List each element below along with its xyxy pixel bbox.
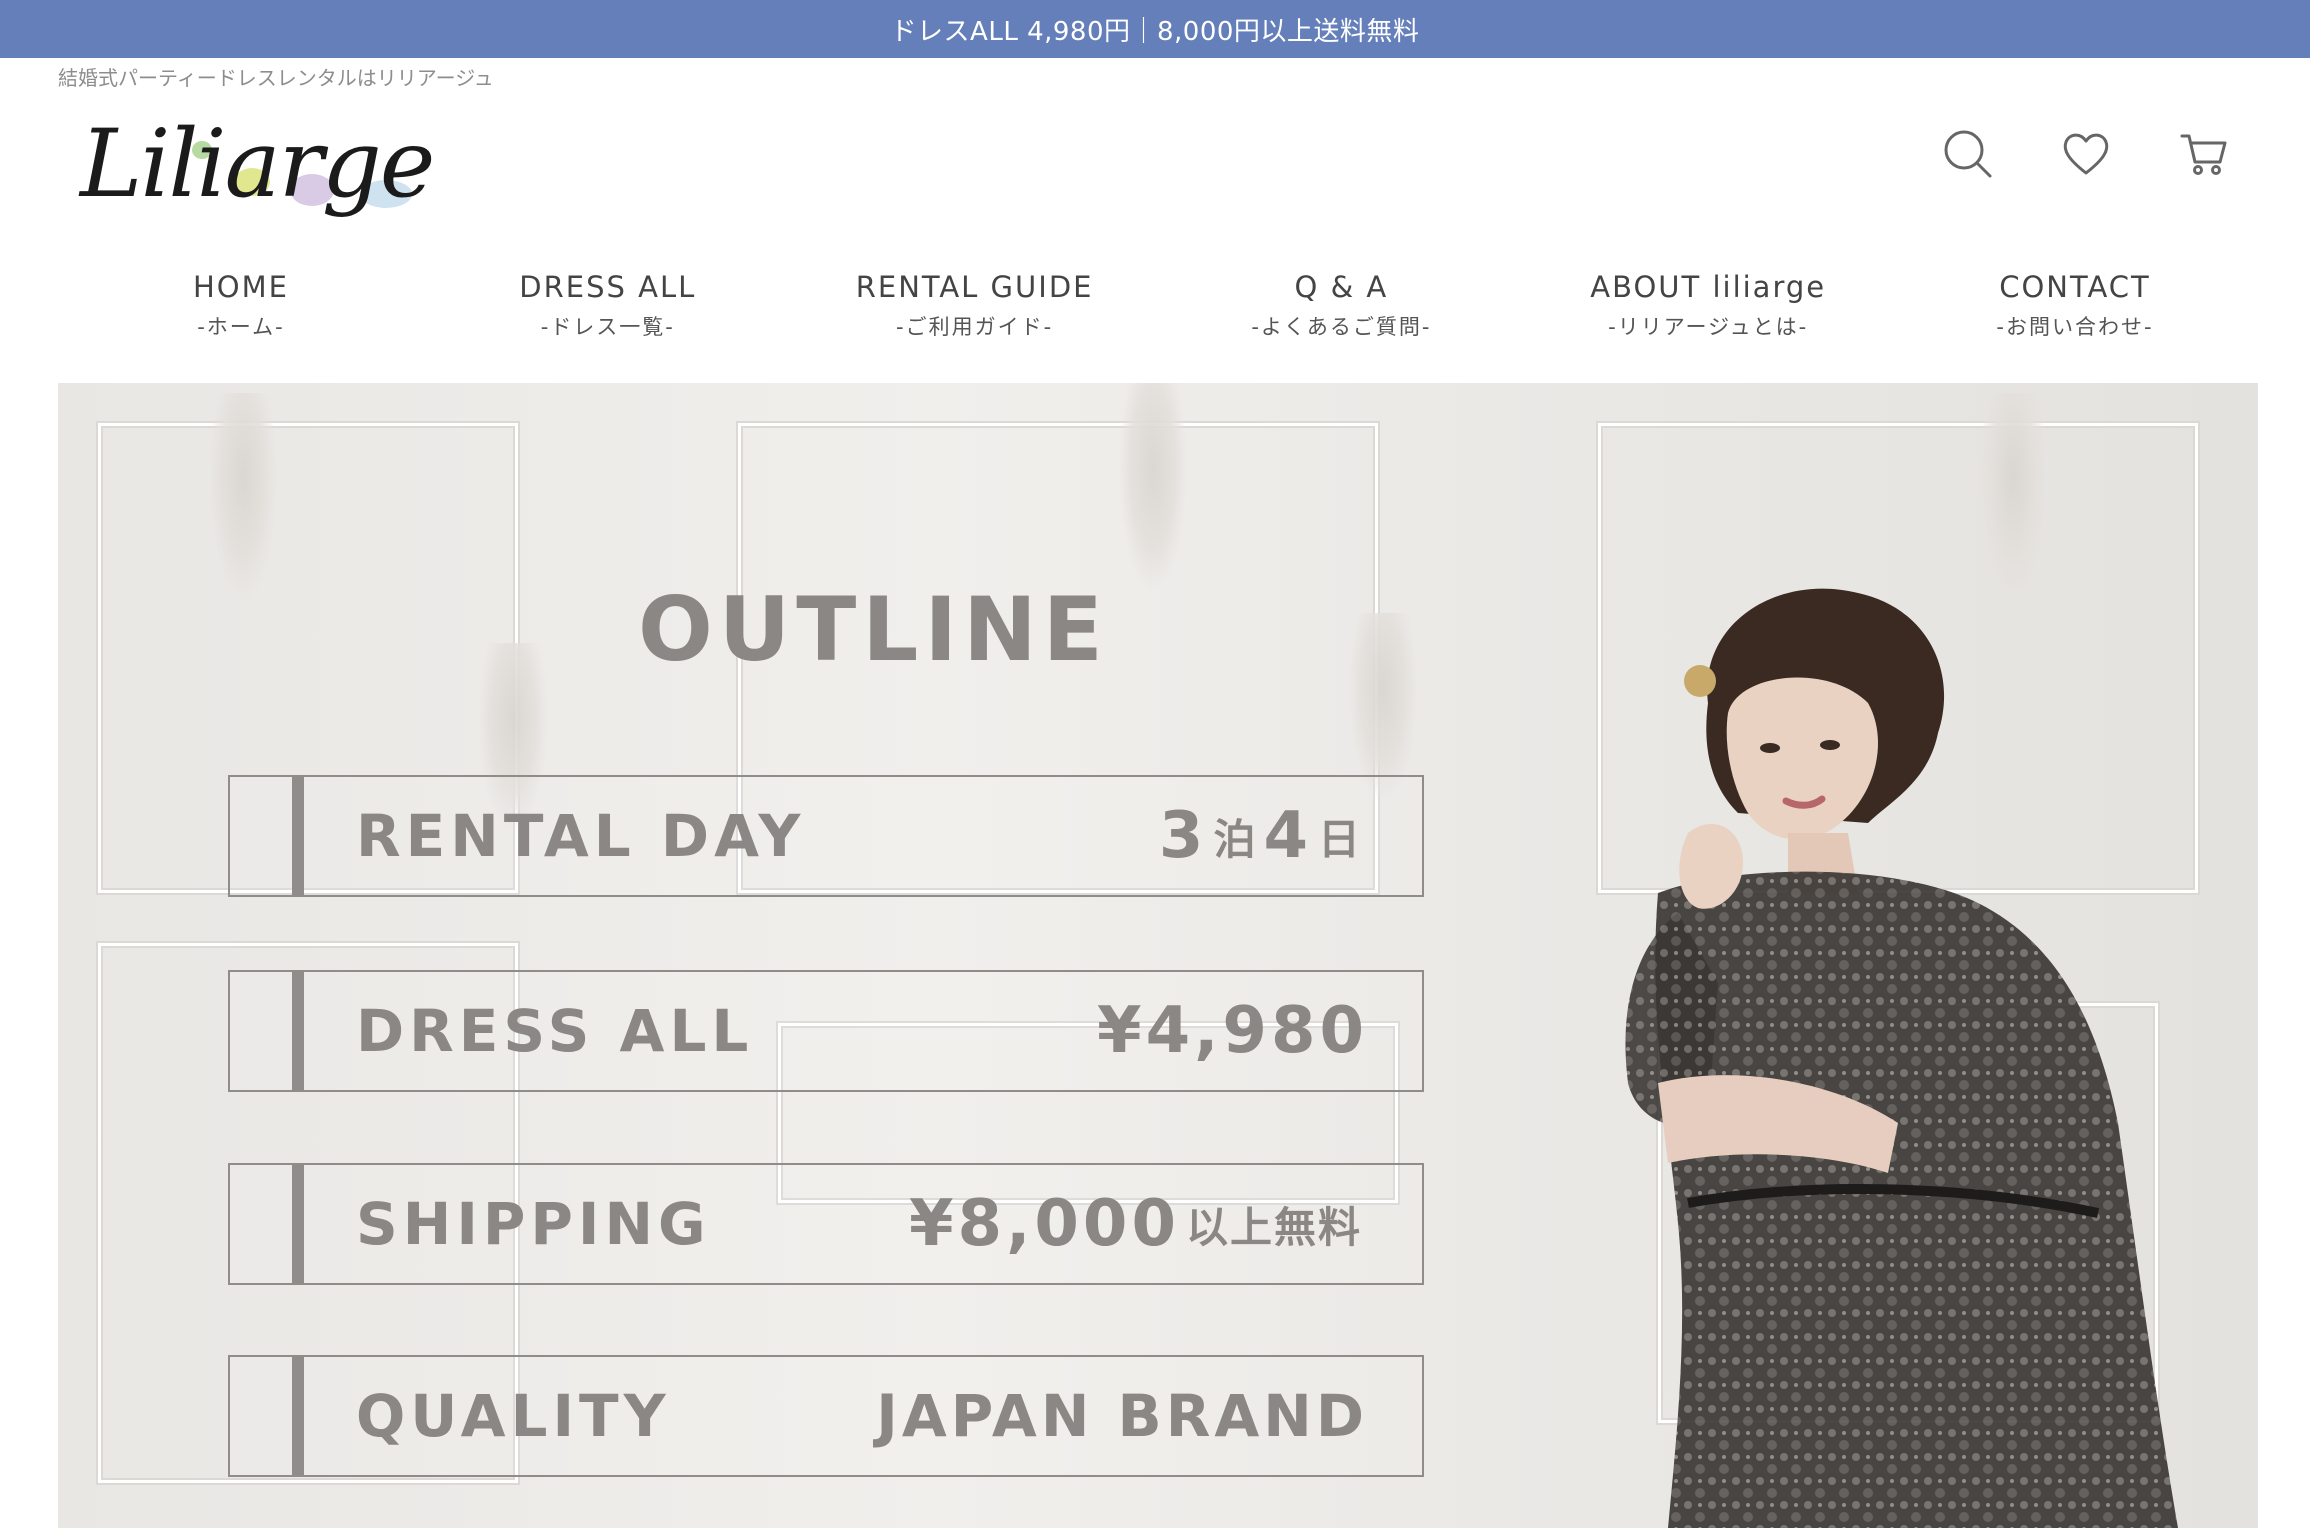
row-label: RENTAL DAY — [356, 802, 806, 870]
hero-title: OUTLINE — [638, 578, 1109, 681]
row-label: SHIPPING — [356, 1190, 711, 1258]
value-note: 以上無料 — [1185, 1202, 1362, 1252]
value-number: 3 — [1158, 799, 1208, 873]
header-actions — [1942, 128, 2230, 180]
outline-row-shipping: SHIPPING ¥8,000 以上無料 — [228, 1163, 1424, 1285]
nav-sublabel: -ご利用ガイド- — [896, 314, 1054, 339]
heart-icon[interactable] — [2060, 128, 2112, 180]
nav-label: HOME — [193, 270, 289, 304]
row-value: ¥8,000 以上無料 — [909, 1165, 1368, 1283]
nav-sublabel: -ドレス一覧- — [540, 314, 675, 339]
nav-label: Q & A — [1294, 270, 1389, 304]
outline-row-rental-day: RENTAL DAY 3 泊 4 日 — [228, 775, 1424, 897]
nav-sublabel: -リリアージュとは- — [1608, 314, 1809, 339]
value-unit: 日 — [1317, 814, 1362, 864]
row-value: 3 泊 4 日 — [1159, 777, 1368, 895]
value-price: ¥8,000 — [909, 1187, 1180, 1261]
row-accent-bar — [292, 1165, 304, 1283]
value-number: 4 — [1263, 799, 1312, 873]
row-value: JAPAN BRAND — [876, 1357, 1368, 1475]
cart-icon[interactable] — [2178, 128, 2230, 180]
value-text: JAPAN BRAND — [876, 1382, 1368, 1450]
search-icon[interactable] — [1942, 128, 1994, 180]
logo-wordmark: Liliarge — [80, 110, 435, 219]
site-tagline: 結婚式パーティードレスレンタルはリリアージュ — [58, 66, 494, 90]
nav-item-contact[interactable]: CONTACT -お問い合わせ- — [1892, 270, 2258, 341]
nav-label: CONTACT — [1999, 270, 2151, 304]
nav-item-home[interactable]: HOME -ホーム- — [58, 270, 424, 341]
wall-ornament — [208, 393, 278, 603]
value-unit: 泊 — [1213, 814, 1258, 864]
nav-label: RENTAL GUIDE — [855, 270, 1094, 304]
hero-banner[interactable]: OUTLINE RENTAL DAY 3 泊 4 日 DRESS ALL ¥4,… — [58, 383, 2258, 1528]
row-accent-bar — [292, 1357, 304, 1475]
nav-sublabel: -よくあるご質問- — [1251, 314, 1432, 339]
value-price: ¥4,980 — [1097, 994, 1368, 1068]
row-label: QUALITY — [356, 1382, 671, 1450]
nav-item-rental-guide[interactable]: RENTAL GUIDE -ご利用ガイド- — [792, 270, 1158, 341]
row-accent-bar — [292, 777, 304, 895]
model-photo — [1625, 588, 2178, 1528]
outline-row-quality: QUALITY JAPAN BRAND — [228, 1355, 1424, 1477]
wall-ornament — [1118, 383, 1188, 593]
nav-item-qa[interactable]: Q & A -よくあるご質問- — [1158, 270, 1524, 341]
nav-sublabel: -お問い合わせ- — [1996, 314, 2154, 339]
announcement-bar: ドレスALL 4,980円｜8,000円以上送料無料 — [0, 0, 2310, 58]
site-logo[interactable]: Liliarge — [74, 110, 444, 240]
nav-label: ABOUT liliarge — [1590, 270, 1827, 304]
announcement-text: ドレスALL 4,980円｜8,000円以上送料無料 — [890, 16, 1420, 47]
nav-item-dress-all[interactable]: DRESS ALL -ドレス一覧- — [425, 270, 791, 341]
outline-row-dress-all: DRESS ALL ¥4,980 — [228, 970, 1424, 1092]
row-value: ¥4,980 — [1097, 972, 1368, 1090]
nav-sublabel: -ホーム- — [197, 314, 285, 339]
nav-label: DRESS ALL — [519, 270, 697, 304]
main-navigation: HOME -ホーム- DRESS ALL -ドレス一覧- RENTAL GUID… — [58, 270, 2258, 341]
row-label: DRESS ALL — [356, 997, 754, 1065]
row-accent-bar — [292, 972, 304, 1090]
nav-item-about[interactable]: ABOUT liliarge -リリアージュとは- — [1525, 270, 1891, 341]
